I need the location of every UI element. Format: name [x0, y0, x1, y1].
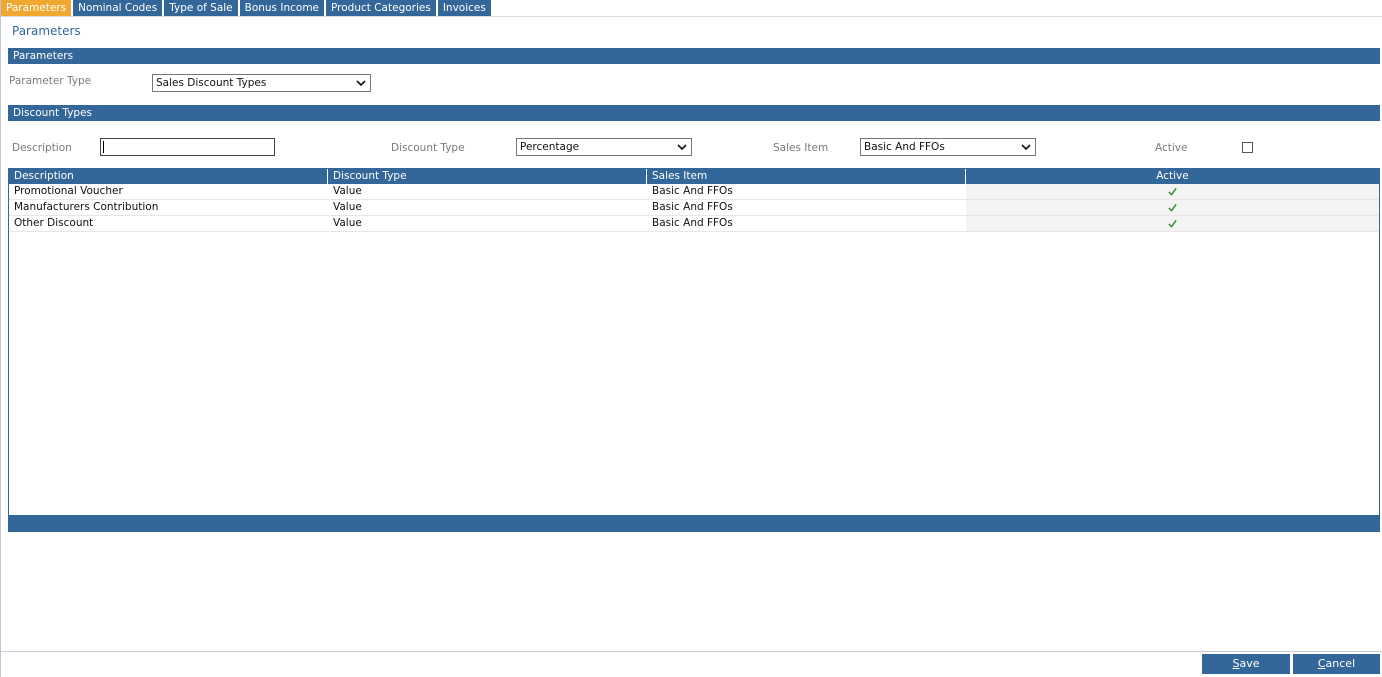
save-button[interactable]: Save: [1202, 654, 1290, 674]
column-header-description[interactable]: Description: [9, 169, 328, 184]
sales-item-select[interactable]: Basic And FFOs: [860, 138, 1036, 156]
chevron-down-icon: [677, 144, 687, 151]
parameters-section-header: Parameters: [8, 48, 1380, 64]
cell-sales-item: Basic And FFOs: [652, 185, 733, 197]
active-checkbox[interactable]: [1242, 142, 1253, 153]
cell-discount-type: Value: [333, 217, 362, 229]
tab-invoices[interactable]: Invoices: [437, 0, 491, 17]
tab-nominal-codes[interactable]: Nominal Codes: [73, 0, 163, 17]
tab-parameters[interactable]: Parameters: [1, 0, 72, 17]
tab-bar: Parameters Nominal Codes Type of Sale Bo…: [1, 0, 493, 17]
cancel-label: ancel: [1325, 657, 1356, 670]
grid-header: Description Discount Type Sales Item Act…: [9, 169, 1379, 184]
cell-sales-item: Basic And FFOs: [652, 217, 733, 229]
cell-active: [966, 200, 1379, 215]
table-row[interactable]: Promotional Voucher Value Basic And FFOs: [9, 184, 1379, 200]
text-caret: [103, 141, 104, 153]
cancel-button[interactable]: Cancel: [1293, 654, 1380, 674]
checkmark-icon: [1168, 187, 1177, 196]
chevron-down-icon: [356, 80, 366, 87]
parameter-type-label: Parameter Type: [9, 75, 92, 87]
discount-types-section-header: Discount Types: [8, 105, 1380, 121]
checkmark-icon: [1168, 203, 1177, 212]
column-header-active[interactable]: Active: [966, 169, 1379, 184]
cell-active: [966, 216, 1379, 231]
chevron-down-icon: [1021, 144, 1031, 151]
cell-description: Other Discount: [14, 217, 94, 229]
tab-bonus-income[interactable]: Bonus Income: [239, 0, 325, 17]
save-label: ave: [1239, 657, 1260, 670]
cell-active: [966, 184, 1379, 199]
checkmark-icon: [1168, 219, 1177, 228]
tab-underline: [1, 16, 1382, 17]
table-row[interactable]: Other Discount Value Basic And FFOs: [9, 216, 1379, 232]
page-title: Parameters: [12, 24, 81, 38]
description-label: Description: [12, 142, 72, 154]
cell-discount-type: Value: [333, 185, 362, 197]
footer-divider: [1, 651, 1382, 652]
discount-types-grid: Description Discount Type Sales Item Act…: [8, 168, 1380, 532]
sales-item-label: Sales Item: [773, 142, 829, 154]
discount-type-label: Discount Type: [391, 142, 465, 154]
sales-item-value: Basic And FFOs: [864, 141, 945, 153]
cell-discount-type: Value: [333, 201, 362, 213]
grid-footer: [9, 515, 1379, 531]
cancel-accesskey: C: [1317, 657, 1326, 670]
active-label: Active: [1155, 142, 1188, 154]
tab-type-of-sale[interactable]: Type of Sale: [164, 0, 238, 17]
parameter-type-select[interactable]: Sales Discount Types: [152, 74, 371, 92]
description-input[interactable]: [100, 138, 275, 156]
discount-type-select[interactable]: Percentage: [516, 138, 692, 156]
discount-type-value: Percentage: [520, 141, 580, 153]
cell-description: Promotional Voucher: [14, 185, 123, 197]
cell-description: Manufacturers Contribution: [14, 201, 159, 213]
app-window: Parameters Nominal Codes Type of Sale Bo…: [0, 0, 1382, 677]
tab-product-categories[interactable]: Product Categories: [326, 0, 436, 17]
parameter-type-value: Sales Discount Types: [156, 77, 267, 89]
column-header-discount-type[interactable]: Discount Type: [328, 169, 647, 184]
column-header-sales-item[interactable]: Sales Item: [647, 169, 966, 184]
table-row[interactable]: Manufacturers Contribution Value Basic A…: [9, 200, 1379, 216]
cell-sales-item: Basic And FFOs: [652, 201, 733, 213]
